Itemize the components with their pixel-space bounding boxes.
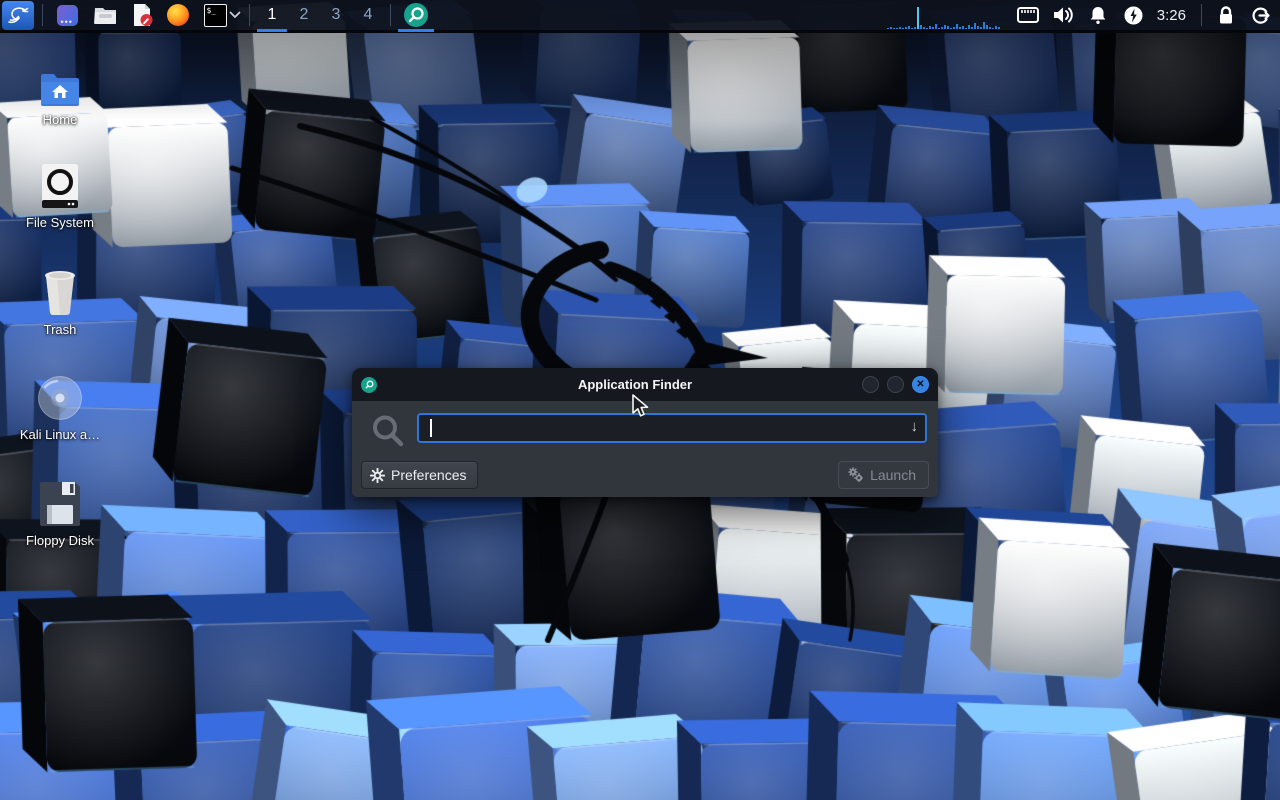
kali-menu-button[interactable] (2, 1, 34, 30)
desktop-icon-label: File System (12, 215, 108, 230)
logout-button[interactable] (1247, 2, 1274, 29)
launcher-terminal[interactable]: $_ (203, 3, 227, 27)
workspace-label: 4 (364, 6, 373, 24)
lock-icon (1216, 5, 1236, 26)
logout-icon (1250, 5, 1271, 26)
launcher-firefox[interactable] (166, 3, 190, 27)
active-task-underline (398, 29, 434, 32)
file-manager-icon (94, 5, 117, 25)
active-workspace-underline (257, 29, 287, 32)
search-icon (368, 412, 408, 452)
terminal-icon: $_ (204, 4, 227, 27)
preferences-label: Preferences (391, 467, 466, 483)
desktop-icon-label: Home (12, 112, 108, 127)
notifications-bell-icon (1088, 5, 1108, 26)
text-editor-icon (132, 3, 154, 27)
panel-separator (1201, 4, 1202, 26)
desktop-icon-label: Kali Linux a… (12, 427, 108, 442)
window-icon: ••• (57, 5, 78, 26)
workspace-label: 3 (332, 6, 341, 24)
workspace-1[interactable]: 1 (256, 0, 288, 32)
panel-separator (249, 4, 250, 26)
floppy-disk-icon (39, 481, 81, 527)
kali-dragon-icon (6, 3, 30, 27)
workspace-label: 2 (300, 6, 309, 24)
network-icon (1016, 5, 1040, 25)
home-folder-icon (39, 72, 81, 106)
notifications-plugin[interactable] (1085, 2, 1112, 29)
trash-icon (40, 268, 80, 316)
desktop-icon-kali-linux[interactable]: Kali Linux a… (12, 371, 108, 442)
minimize-button[interactable] (862, 376, 879, 393)
workspace-2[interactable]: 2 (288, 0, 320, 32)
text-caret (430, 419, 432, 437)
volume-icon (1052, 5, 1074, 25)
desktop-icon-floppy-disk[interactable]: Floppy Disk (12, 477, 108, 548)
application-finder-icon (403, 2, 429, 28)
launch-button[interactable]: Launch (838, 461, 929, 489)
gear-icon (370, 468, 385, 483)
power-manager-plugin[interactable] (1120, 2, 1147, 29)
dropdown-arrow-icon: ↓ (911, 418, 919, 435)
workspace-3[interactable]: 3 (320, 0, 352, 32)
chevron-down-icon (229, 11, 241, 19)
close-button[interactable]: ✕ (912, 376, 929, 393)
lock-screen-button[interactable] (1212, 2, 1239, 29)
clock[interactable]: 3:26 (1157, 7, 1186, 24)
launch-label: Launch (870, 467, 916, 483)
cd-disc-icon (37, 375, 83, 421)
firefox-icon (167, 4, 189, 26)
panel-separator (42, 4, 43, 26)
taskbar-application-finder[interactable] (397, 0, 435, 32)
preferences-button[interactable]: Preferences (361, 461, 478, 489)
workspace-label: 1 (268, 6, 277, 24)
desktop-icon-file-system[interactable]: File System (12, 159, 108, 230)
power-icon (1123, 5, 1144, 26)
panel-status-area: 3:26 (887, 2, 1280, 29)
close-icon: ✕ (916, 380, 924, 390)
application-finder-window: Application Finder ✕ ↓ Prefer (352, 368, 938, 497)
top-panel: ••• $_ 1 2 3 4 (0, 0, 1280, 33)
mouse-cursor (631, 394, 653, 420)
network-plugin[interactable] (1015, 2, 1042, 29)
volume-plugin[interactable] (1050, 2, 1077, 29)
launcher-desktop[interactable]: ••• (55, 3, 79, 27)
desktop-icon-label: Floppy Disk (12, 533, 108, 548)
desktop-icon-label: Trash (12, 322, 108, 337)
launcher-text-editor[interactable] (131, 3, 155, 27)
search-input[interactable] (417, 413, 927, 443)
application-finder-icon (361, 377, 377, 393)
harddrive-icon (41, 163, 79, 209)
terminal-dropdown-button[interactable] (227, 11, 243, 19)
cpu-graph[interactable] (887, 3, 1001, 29)
desktop-icon-home[interactable]: Home (12, 56, 108, 127)
workspace-4[interactable]: 4 (352, 0, 384, 32)
launcher-file-manager[interactable] (93, 3, 117, 27)
panel-separator (390, 4, 391, 26)
run-gears-icon (848, 467, 864, 483)
desktop-icon-trash[interactable]: Trash (12, 266, 108, 337)
maximize-button[interactable] (887, 376, 904, 393)
window-title: Application Finder (412, 377, 858, 392)
